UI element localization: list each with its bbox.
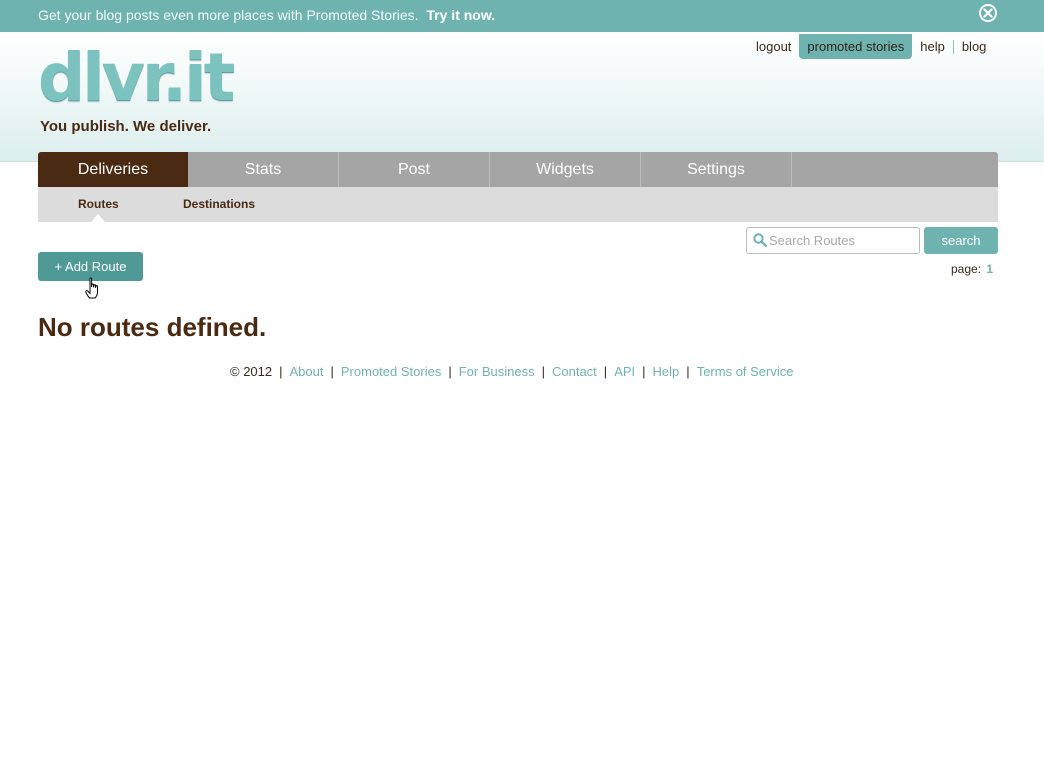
sub-nav: Routes Destinations <box>38 187 998 222</box>
pager: page: 1 <box>951 262 993 276</box>
help-link[interactable]: help <box>912 34 953 59</box>
promo-bar: Get your blog posts even more places wit… <box>0 0 1044 32</box>
subtab-destinations[interactable]: Destinations <box>183 197 255 211</box>
active-subtab-indicator <box>91 214 105 222</box>
pager-page-1[interactable]: 1 <box>986 262 993 276</box>
blog-link[interactable]: blog <box>954 34 995 59</box>
footer-link-contact[interactable]: Contact <box>552 364 597 379</box>
footer-link-for-business[interactable]: For Business <box>459 364 535 379</box>
promoted-stories-link[interactable]: promoted stories <box>799 34 913 59</box>
search-box <box>746 227 920 254</box>
top-links: logout promoted stories help blog <box>748 34 994 59</box>
footer-link-help[interactable]: Help <box>653 364 680 379</box>
search-input[interactable] <box>769 230 917 251</box>
footer-link-api[interactable]: API <box>614 364 635 379</box>
site-header: dlvr.it You publish. We deliver. logout … <box>0 32 1044 162</box>
subtab-routes[interactable]: Routes <box>78 197 119 211</box>
empty-state-message: No routes defined. <box>38 312 267 342</box>
logo[interactable]: dlvr.it <box>38 38 235 118</box>
search-icon <box>753 233 767 247</box>
logout-link[interactable]: logout <box>748 34 799 59</box>
tab-post[interactable]: Post <box>339 152 490 187</box>
tab-settings[interactable]: Settings <box>641 152 792 187</box>
tab-deliveries[interactable]: Deliveries <box>38 152 188 187</box>
tab-widgets[interactable]: Widgets <box>490 152 641 187</box>
copyright: © 2012 <box>230 364 273 379</box>
close-icon[interactable] <box>979 4 997 22</box>
promo-try-link[interactable]: Try it now. <box>426 7 495 23</box>
search-button[interactable]: search <box>924 227 998 254</box>
footer-link-promoted-stories[interactable]: Promoted Stories <box>341 364 441 379</box>
pager-label: page: <box>951 262 982 276</box>
hand-cursor-icon <box>85 277 98 299</box>
tab-stats[interactable]: Stats <box>188 152 339 187</box>
promo-text: Get your blog posts even more places wit… <box>38 7 419 23</box>
main-nav: Deliveries Stats Post Widgets Settings <box>38 152 998 187</box>
footer: © 2012 | About | Promoted Stories | For Busine… <box>230 364 794 379</box>
footer-link-about[interactable]: About <box>290 364 324 379</box>
tagline: You publish. We deliver. <box>40 118 212 135</box>
footer-link-terms[interactable]: Terms of Service <box>697 364 794 379</box>
promo-message: Get your blog posts even more places wit… <box>38 7 495 23</box>
